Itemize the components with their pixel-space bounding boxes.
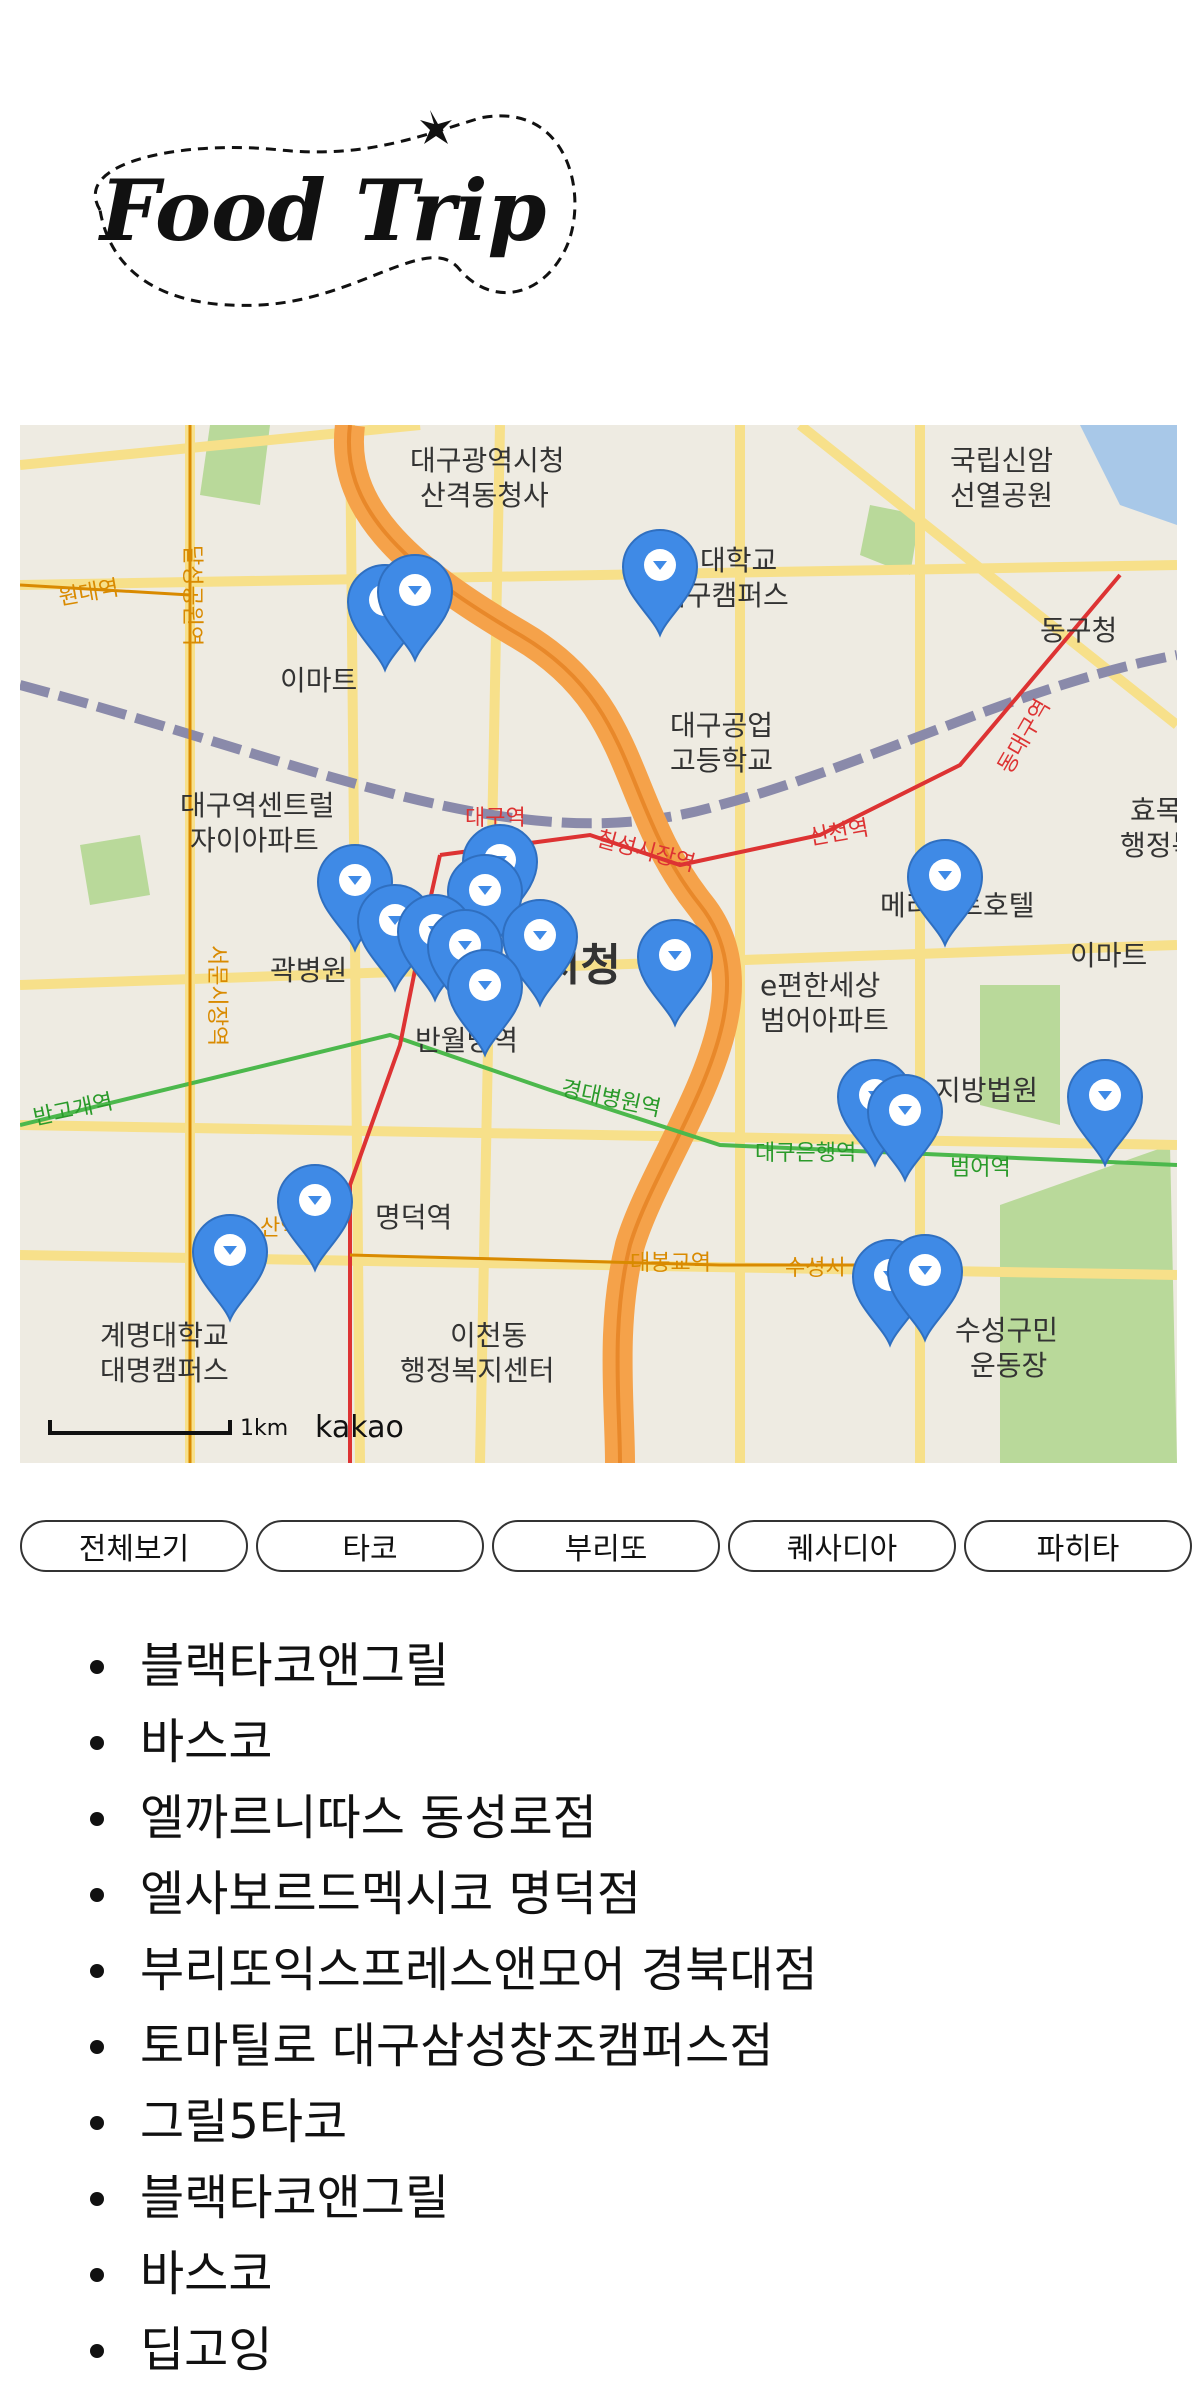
food-trip-logo[interactable]: Food Trip [60, 100, 600, 320]
restaurant-name: 딥고잉 [140, 2322, 273, 2378]
map-label: 이천동 [450, 1319, 527, 1352]
map-label: 대구역센트럴 [180, 789, 335, 822]
map-label: 산격동청사 [420, 479, 549, 512]
category-button-quesadilla[interactable]: 퀘사디아 [728, 1520, 956, 1572]
map-label: 자이아파트 [190, 824, 319, 857]
list-item[interactable]: 부리또익스프레스앤모어 경북대점 [0, 1932, 1200, 2008]
map-label: 대봉교역 [630, 1251, 711, 1276]
map-label: 대구공업 [670, 709, 773, 742]
restaurant-name: 토마틸로 대구삼성창조캠퍼스점 [140, 2018, 774, 2074]
bullet [90, 1888, 104, 1902]
list-item[interactable]: 딥고잉 [0, 2312, 1200, 2388]
restaurant-name: 부리또익스프레스앤모어 경북대점 [140, 1942, 818, 1998]
list-item[interactable]: 엘사보르드멕시코 명덕점 [0, 1856, 1200, 1932]
restaurant-name: 그릴5타코 [140, 2094, 348, 2150]
map-label: 고등학교 [670, 744, 773, 777]
restaurant-name: 블랙타코앤그릴 [140, 2170, 450, 2226]
map-label: 수성시 [785, 1256, 846, 1281]
map-label: e편한세상 [760, 969, 880, 1002]
map-label: 범어역 [950, 1156, 1011, 1181]
map-label: 대학교 [700, 544, 777, 577]
category-button-fajita[interactable]: 파히타 [964, 1520, 1192, 1572]
map-label: 대명캠퍼스 [100, 1354, 229, 1387]
bullet [90, 1736, 104, 1750]
list-item[interactable]: 블랙타코앤그릴 [0, 1628, 1200, 1704]
map-label: 대구은행역 [755, 1141, 856, 1166]
map-label: 운동장 [970, 1349, 1047, 1382]
map-label: 행정복지 [1120, 829, 1177, 862]
bullet [90, 2268, 104, 2282]
category-button-burrito[interactable]: 부리또 [492, 1520, 720, 1572]
bullet [90, 1660, 104, 1674]
map-label: 명덕역 [375, 1201, 452, 1234]
logo-text: Food Trip [98, 161, 546, 260]
map-label: 행정복지센터 [400, 1354, 555, 1387]
map-label: 달성공원역 [179, 545, 204, 646]
bullet [90, 1964, 104, 1978]
list-item[interactable]: 그릴5타코 [0, 2084, 1200, 2160]
category-filter-bar: 전체보기 타코 부리또 퀘사디아 파히타 [20, 1520, 1200, 1576]
list-item[interactable]: 바스코 [0, 1704, 1200, 1780]
map-label: 국립신암 [950, 444, 1053, 477]
map-label: 효목 [1130, 794, 1177, 827]
category-button-taco[interactable]: 타코 [256, 1520, 484, 1572]
restaurant-name: 바스코 [140, 1714, 273, 1770]
map-label: 선열공원 [950, 479, 1053, 512]
list-item[interactable]: 토마틸로 대구삼성창조캠퍼스점 [0, 2008, 1200, 2084]
list-item[interactable]: 바스코 [0, 2236, 1200, 2312]
bullet [90, 1812, 104, 1826]
map-label: 동구청 [1040, 614, 1117, 647]
bullet [90, 2040, 104, 2054]
map-label: 지방법원 [935, 1074, 1038, 1107]
restaurant-list: 블랙타코앤그릴 바스코 엘까르니따스 동성로점 엘사보르드멕시코 명덕점 부리또… [0, 1628, 1200, 2388]
scale-label: 1km [240, 1416, 288, 1441]
list-item[interactable]: 블랙타코앤그릴 [0, 2160, 1200, 2236]
map-label: 서문시장역 [204, 945, 229, 1046]
category-button-all[interactable]: 전체보기 [20, 1520, 248, 1572]
map-label: 범어아파트 [760, 1004, 889, 1037]
map-label: 이마트 [280, 664, 357, 697]
bullet [90, 2116, 104, 2130]
restaurant-name: 블랙타코앤그릴 [140, 1638, 450, 1694]
restaurant-name: 엘까르니따스 동성로점 [140, 1790, 597, 1846]
list-item[interactable]: 엘까르니따스 동성로점 [0, 1780, 1200, 1856]
map-label: 계명대학교 [100, 1319, 229, 1352]
kakao-attribution: kakao [315, 1410, 404, 1445]
kakao-map[interactable]: 대구광역시청 산격동청사 국립신암 선열공원 대학교 대구캠퍼스 동구청 이마트… [20, 425, 1177, 1463]
map-label: 대구광역시청 [410, 444, 565, 477]
map-label: 이마트 [1070, 939, 1147, 972]
map-label: 곽병원 [270, 954, 347, 987]
restaurant-name: 엘사보르드멕시코 명덕점 [140, 1866, 642, 1922]
bullet [90, 2192, 104, 2206]
map-label: 수성구민 [955, 1314, 1058, 1347]
bullet [90, 2344, 104, 2358]
restaurant-name: 바스코 [140, 2246, 273, 2302]
